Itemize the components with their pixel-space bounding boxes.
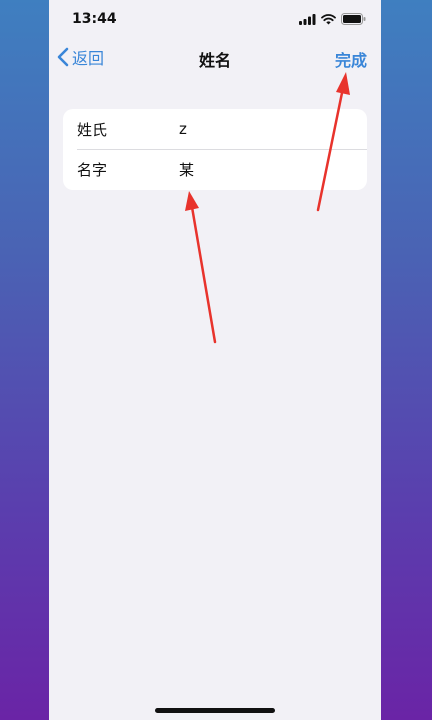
- status-bar: 13:44: [49, 0, 381, 38]
- form-row-last-name[interactable]: 姓氏 z: [63, 109, 367, 149]
- navigation-bar: 返回 姓名 完成: [49, 38, 381, 80]
- name-form-card: 姓氏 z 名字 某: [63, 109, 367, 190]
- signal-icon: [299, 13, 316, 25]
- first-name-field[interactable]: 某: [179, 159, 194, 180]
- last-name-field[interactable]: z: [179, 120, 187, 138]
- status-time: 13:44: [72, 11, 117, 27]
- form-row-first-name[interactable]: 名字 某: [63, 149, 367, 189]
- done-button[interactable]: 完成: [335, 47, 367, 71]
- first-name-label: 名字: [77, 160, 108, 179]
- home-indicator: [155, 708, 275, 713]
- page-title: 姓名: [198, 51, 231, 70]
- last-name-label: 姓氏: [77, 120, 108, 139]
- phone-screen: 13:44 返回 姓名 完成 姓氏 z 名字 某: [49, 0, 381, 720]
- wifi-icon: [321, 13, 336, 24]
- battery-icon: [341, 13, 366, 25]
- status-icons: [299, 13, 366, 25]
